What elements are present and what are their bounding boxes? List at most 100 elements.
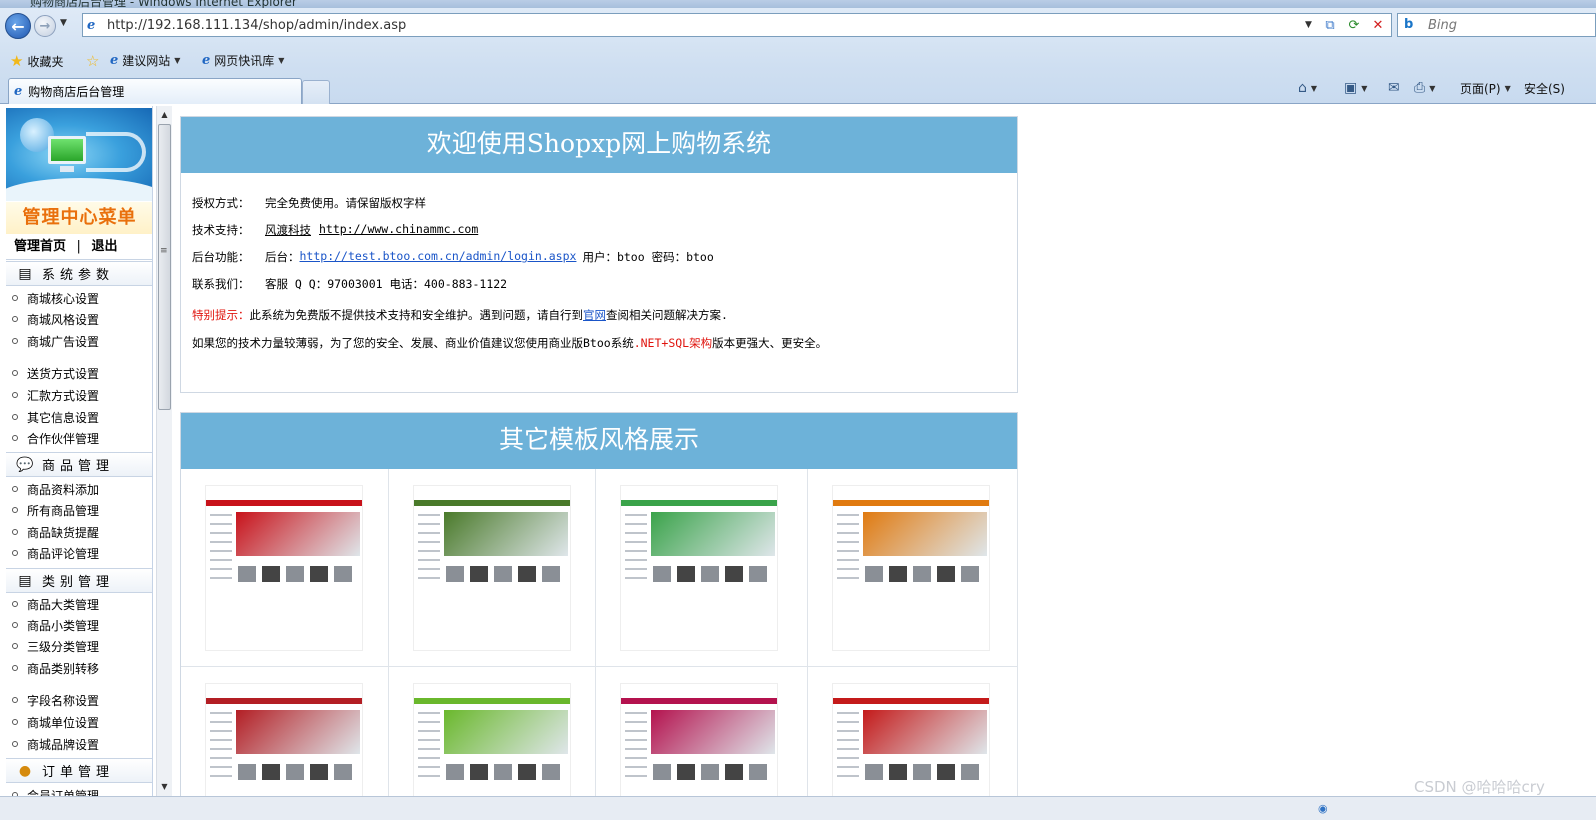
support-site-link[interactable]: http://www.chinammc.com <box>319 222 478 238</box>
address-url[interactable]: http://192.168.111.134/shop/admin/index.… <box>107 18 406 33</box>
refresh-icon[interactable]: ⟳ <box>1345 17 1363 35</box>
thumb-text-line <box>418 532 440 534</box>
official-site-link[interactable]: 官网 <box>583 307 606 323</box>
template-thumbnail[interactable] <box>832 683 990 797</box>
safety-menu[interactable]: 安全(S) <box>1524 80 1565 97</box>
template-thumbnail[interactable] <box>620 683 778 797</box>
thumb-text-line <box>837 532 859 534</box>
stop-icon[interactable]: ✕ <box>1369 17 1387 35</box>
thumb-product-tile <box>653 764 671 780</box>
logout-link[interactable]: 退出 <box>91 239 117 254</box>
upgrade-tail: 版本更强大、更安全。 <box>712 336 828 350</box>
admin-home-link[interactable]: 管理首页 <box>14 239 66 254</box>
thumb-product-tile <box>334 764 352 780</box>
suggested-sites-label: 建议网站 <box>122 54 171 68</box>
support-company-link[interactable]: 风渡科技 <box>265 222 311 238</box>
thumb-text-line <box>837 775 859 777</box>
template-thumbnail[interactable] <box>832 485 990 651</box>
menu-item[interactable]: 商品大类管理 <box>6 594 152 614</box>
menu-item[interactable]: 商品资料添加 <box>6 479 152 499</box>
menu-item[interactable]: 商城广告设置 <box>6 331 152 351</box>
thumb-product-tile <box>286 764 304 780</box>
thumb-text-line <box>625 766 647 768</box>
template-cell[interactable] <box>389 667 596 797</box>
thumb-text-line <box>625 550 647 552</box>
menu-item[interactable]: 三级分类管理 <box>6 636 152 656</box>
search-placeholder[interactable]: Bing <box>1428 18 1457 33</box>
section-order-management[interactable]: ● 订单管理 <box>6 758 152 783</box>
thumb-text-line <box>625 748 647 750</box>
search-box[interactable]: b Bing <box>1397 13 1596 37</box>
forward-button[interactable]: → <box>34 15 56 37</box>
menu-scrollbar[interactable]: ▲ ≡ ▼ <box>156 106 172 796</box>
notice-tail: 查阅相关问题解决方案. <box>606 308 728 322</box>
history-dropdown-icon[interactable]: ▼ <box>60 18 67 28</box>
menu-item[interactable]: 商品类别转移 <box>6 658 152 678</box>
tab-active[interactable]: e 购物商店后台管理 <box>8 78 302 104</box>
compatibility-view-icon[interactable]: ⧉ <box>1321 17 1339 35</box>
template-thumbnail[interactable] <box>205 485 363 651</box>
section-product-management[interactable]: 💬 商品管理 <box>6 452 152 477</box>
thumb-header-bar <box>206 500 362 506</box>
thumb-product-tile <box>494 764 512 780</box>
home-button[interactable]: ⌂ ▼ <box>1298 80 1317 96</box>
menu-item[interactable]: 字段名称设置 <box>6 690 152 710</box>
section-category-management[interactable]: ▤ 类别管理 <box>6 568 152 593</box>
add-favorite-button[interactable]: ☆ <box>86 52 99 70</box>
system-info: 授权方式： 完全免费使用。请保留版权字样 技术支持： 风渡科技 http://w… <box>181 173 1017 393</box>
template-cell[interactable] <box>808 667 1018 797</box>
thumb-product-tile <box>446 566 464 582</box>
template-thumbnail[interactable] <box>413 683 571 797</box>
feeds-button[interactable]: ▣ ▼ <box>1344 80 1367 96</box>
address-dropdown-icon[interactable]: ▼ <box>1305 20 1312 30</box>
demo-login-link[interactable]: http://test.btoo.com.cn/admin/login.aspx <box>300 249 577 265</box>
print-button[interactable]: ⎙ ▼ <box>1414 80 1435 96</box>
menu-item[interactable]: 汇款方式设置 <box>6 385 152 405</box>
mail-icon: ✉ <box>1388 80 1400 96</box>
menu-item[interactable]: 合作伙伴管理 <box>6 428 152 448</box>
suggested-sites-link[interactable]: e 建议网站 ▼ <box>110 52 180 69</box>
template-cell[interactable] <box>181 469 389 667</box>
menu-item[interactable]: 商城品牌设置 <box>6 734 152 754</box>
wave-graphic <box>6 178 152 201</box>
template-cell[interactable] <box>596 469 808 667</box>
menu-item[interactable]: 所有商品管理 <box>6 500 152 520</box>
read-mail-button[interactable]: ✉ <box>1388 80 1400 96</box>
templates-panel: 其它模板风格展示 <box>180 412 1018 797</box>
thumb-header-bar <box>414 500 570 506</box>
menu-item[interactable]: 商城核心设置 <box>6 288 152 308</box>
template-cell[interactable] <box>389 469 596 667</box>
thumb-product-tile <box>518 566 536 582</box>
row-label: 授权方式： <box>192 196 250 210</box>
address-bar[interactable]: e http://192.168.111.134/shop/admin/inde… <box>82 13 1392 37</box>
favorites-button[interactable]: ★ 收藏夹 <box>10 52 63 70</box>
template-thumbnail[interactable] <box>205 683 363 797</box>
menu-item[interactable]: 商城单位设置 <box>6 712 152 732</box>
template-cell[interactable] <box>808 469 1018 667</box>
template-thumbnail[interactable] <box>620 485 778 651</box>
thumb-text-line <box>418 523 440 525</box>
menu-item[interactable]: 商品评论管理 <box>6 543 152 563</box>
scroll-thumb[interactable] <box>158 124 171 410</box>
new-tab-button[interactable] <box>302 80 330 104</box>
menu-item[interactable]: 其它信息设置 <box>6 407 152 427</box>
menu-item[interactable]: 送货方式设置 <box>6 363 152 383</box>
back-button[interactable]: ← <box>5 13 31 39</box>
bullet-icon <box>12 529 18 535</box>
thumb-product-tile <box>701 566 719 582</box>
scroll-down-icon[interactable]: ▼ <box>157 780 172 794</box>
scroll-up-icon[interactable]: ▲ <box>157 108 172 122</box>
home-icon: ⌂ <box>1298 80 1307 96</box>
chat-bubble-icon: 💬 <box>16 456 34 473</box>
menu-item[interactable]: 商品小类管理 <box>6 615 152 635</box>
page-menu[interactable]: 页面(P) ▼ <box>1460 80 1511 97</box>
welcome-panel: 欢迎使用Shopxp网上购物系统 授权方式： 完全免费使用。请保留版权字样 技术… <box>180 116 1018 393</box>
menu-item[interactable]: 商城风格设置 <box>6 309 152 329</box>
template-thumbnail[interactable] <box>413 485 571 651</box>
template-cell[interactable] <box>181 667 389 797</box>
template-cell[interactable] <box>596 667 808 797</box>
web-slice-gallery-link[interactable]: e 网页快讯库 ▼ <box>202 52 284 69</box>
section-system-params[interactable]: ▤ 系统参数 <box>6 261 152 286</box>
menu-item[interactable]: 商品缺货提醒 <box>6 522 152 542</box>
thumb-banner <box>444 710 568 754</box>
